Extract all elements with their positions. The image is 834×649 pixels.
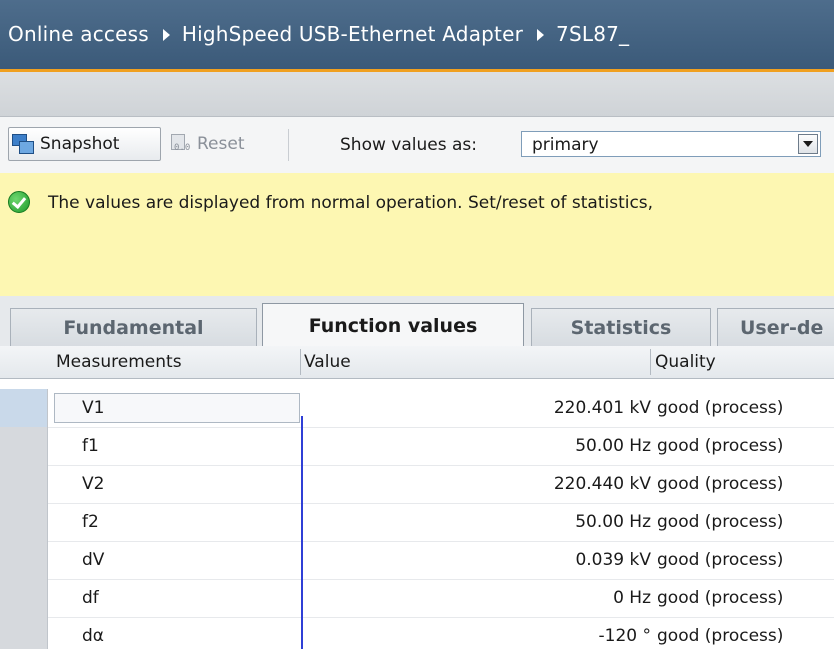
snapshot-label: Snapshot — [40, 134, 120, 154]
measurement-cell: V2 — [82, 474, 105, 494]
reset-label: Reset — [197, 134, 245, 154]
table-row[interactable]: dV 0.039 kV good (process) — [0, 541, 834, 580]
measurement-cell: V1 — [82, 398, 105, 418]
toolbar-divider — [288, 129, 289, 161]
table-row[interactable]: V2 220.440 kV good (process) — [0, 465, 834, 504]
tab-function-values[interactable]: Function values — [262, 303, 524, 347]
measurement-cell: f1 — [82, 436, 99, 456]
banner-message: The values are displayed from normal ope… — [48, 193, 654, 213]
dropdown-arrow-icon[interactable] — [798, 134, 818, 154]
value-column-marker — [301, 416, 303, 649]
tab-statistics[interactable]: Statistics — [531, 308, 711, 346]
breadcrumb-bar: Online access HighSpeed USB-Ethernet Adap… — [0, 0, 834, 72]
row-selector[interactable] — [0, 617, 48, 649]
table-row[interactable]: f2 50.00 Hz good (process) — [0, 503, 834, 542]
snapshot-icon — [12, 134, 34, 154]
table-header: Measurements Value Quality — [0, 346, 834, 379]
breadcrumb-usb-ethernet-adapter[interactable]: HighSpeed USB-Ethernet Adapter — [182, 22, 523, 46]
show-values-selected: primary — [532, 135, 599, 155]
row-selector[interactable] — [0, 579, 48, 617]
tab-fundamental[interactable]: Fundamental — [10, 308, 257, 346]
value-cell: 220.401 kV — [553, 398, 651, 418]
column-header-measurements[interactable]: Measurements — [56, 346, 182, 378]
breadcrumb-separator-icon — [537, 29, 545, 41]
value-cell: -120 ° — [598, 626, 652, 646]
tab-user-defined[interactable]: User-de — [717, 308, 834, 346]
quality-cell: good (process) — [657, 512, 784, 532]
value-cell: 50.00 Hz — [575, 512, 651, 532]
reset-icon: 0.0 — [169, 134, 191, 154]
breadcrumb-online-access[interactable]: Online access — [8, 22, 149, 46]
show-values-dropdown[interactable]: primary — [521, 131, 821, 157]
measurement-cell: dV — [82, 550, 105, 570]
column-divider[interactable] — [300, 349, 301, 375]
quality-cell: good (process) — [657, 398, 784, 418]
row-selector[interactable] — [0, 503, 48, 541]
measurement-cell: f2 — [82, 512, 99, 532]
reset-button[interactable]: 0.0 Reset — [166, 127, 278, 161]
row-selector[interactable] — [0, 465, 48, 503]
column-divider[interactable] — [650, 349, 651, 375]
row-selector[interactable] — [0, 427, 48, 465]
measurement-cell: dα — [82, 626, 104, 646]
quality-cell: good (process) — [657, 626, 784, 646]
breadcrumb-device[interactable]: 7SL87_ — [556, 22, 629, 46]
value-cell: 0 Hz — [613, 588, 651, 608]
value-cell: 50.00 Hz — [575, 436, 651, 456]
column-header-quality[interactable]: Quality — [655, 346, 716, 378]
check-circle-icon — [8, 191, 30, 213]
breadcrumb-separator-icon — [162, 29, 170, 41]
breadcrumb: Online access HighSpeed USB-Ethernet Adap… — [8, 22, 629, 46]
measurement-cell: df — [82, 588, 99, 608]
info-banner: The values are displayed from normal ope… — [0, 173, 834, 296]
quality-cell: good (process) — [657, 588, 784, 608]
table-row[interactable]: dα -120 ° good (process) — [0, 617, 834, 649]
table-row[interactable]: f1 50.00 Hz good (process) — [0, 427, 834, 466]
row-selector[interactable] — [0, 389, 48, 427]
reset-icon-digits: 0.0 — [174, 143, 191, 153]
show-values-label: Show values as: — [340, 135, 477, 155]
quality-cell: good (process) — [657, 436, 784, 456]
table-row[interactable]: V1 220.401 kV good (process) — [0, 389, 834, 428]
measurements-table: Measurements Value Quality V1 220.401 kV… — [0, 346, 834, 649]
quality-cell: good (process) — [657, 550, 784, 570]
value-cell: 0.039 kV — [575, 550, 651, 570]
online-values-editor: Online access HighSpeed USB-Ethernet Adap… — [0, 0, 834, 649]
table-row[interactable]: df 0 Hz good (process) — [0, 579, 834, 618]
column-header-value[interactable]: Value — [304, 346, 351, 378]
editor-header-band — [0, 72, 834, 117]
value-cell: 220.440 kV — [553, 474, 651, 494]
tab-strip: Fundamental Function values Statistics U… — [0, 296, 834, 347]
quality-cell: good (process) — [657, 474, 784, 494]
snapshot-button[interactable]: Snapshot — [8, 127, 161, 161]
row-selector[interactable] — [0, 541, 48, 579]
